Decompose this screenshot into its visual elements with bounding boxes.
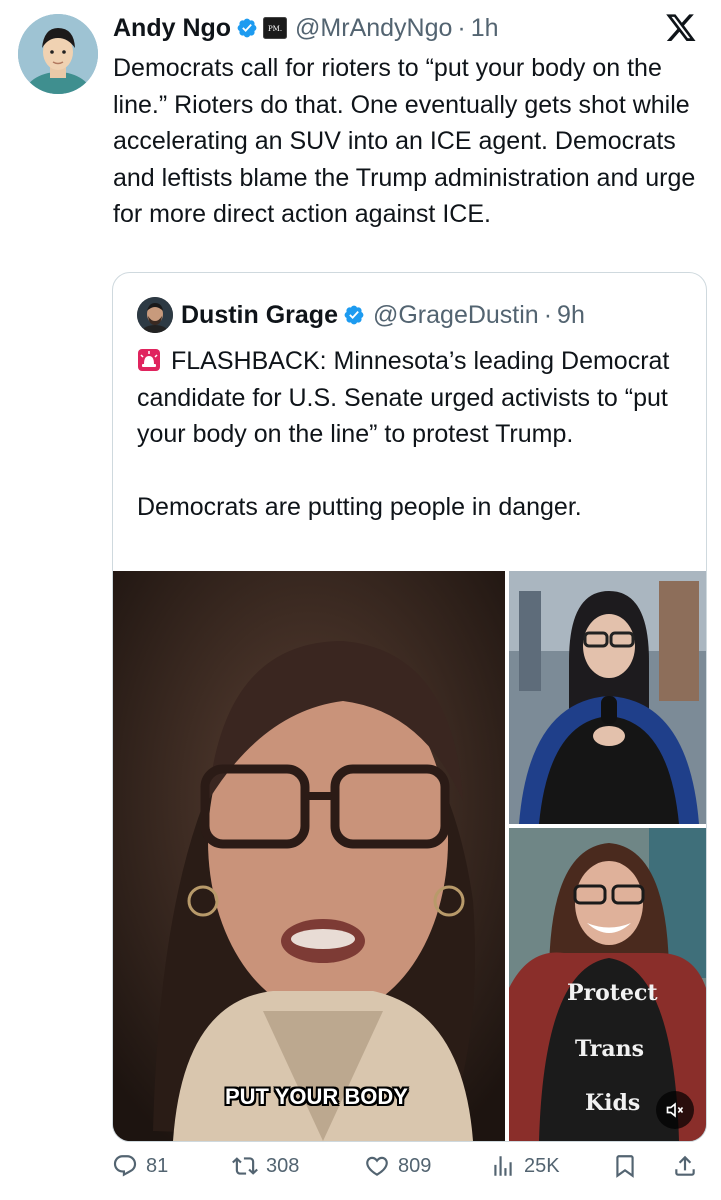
repost-icon [232,1157,258,1175]
share-button[interactable] [672,1146,706,1186]
quoted-author-handle[interactable]: @GrageDustin [373,301,539,330]
reply-count: 81 [146,1154,169,1177]
quoted-tweet-text: FLASHBACK: Minnesota’s leading Democrat … [137,343,692,525]
affiliation-badge[interactable]: PM. [263,17,288,39]
heart-icon [366,1156,388,1176]
shirt-text-trans: Trans [575,1036,644,1062]
media-image-protect-trans-kids[interactable]: Protect Trans Kids [509,828,706,1141]
affiliation-badge-text: PM. [268,25,282,33]
quoted-header-separator: · [543,300,553,329]
bookmark-button[interactable] [612,1146,646,1186]
quoted-tweet-header: Dustin Grage @GrageDustin · 9h [181,297,585,333]
tweet-text: Democrats call for rioters to “put your … [113,54,696,228]
views-icon [494,1156,512,1176]
rotating-light-icon [138,349,160,371]
quoted-author-name[interactable]: Dustin Grage [181,301,338,330]
verified-badge-icon [344,305,364,325]
quoted-timestamp[interactable]: 9h [557,301,585,330]
media-image-reporter[interactable] [509,571,706,824]
reply-icon [113,1155,137,1177]
bookmark-icon [616,1155,634,1178]
tweet-header: Andy Ngo PM. @MrAndyNgo · 1h [113,12,499,44]
quoted-author-avatar[interactable] [137,297,173,333]
author-handle[interactable]: @MrAndyNgo [295,14,452,43]
mute-button[interactable] [656,1091,694,1129]
author-avatar[interactable] [18,14,98,94]
shirt-text-kids: Kids [585,1090,641,1116]
video-caption: PUT YOUR BODY [225,1084,408,1109]
video-player[interactable]: PUT YOUR BODY [113,571,505,1141]
like-button[interactable]: 809 [364,1146,431,1186]
tweet-timestamp[interactable]: 1h [471,14,499,43]
repost-button[interactable]: 308 [232,1146,299,1186]
reply-button[interactable]: 81 [112,1146,168,1186]
author-name[interactable]: Andy Ngo [113,14,231,43]
share-icon [675,1155,695,1176]
muted-speaker-icon [666,1102,684,1118]
verified-badge-icon [237,18,257,38]
quoted-tweet[interactable]: Dustin Grage @GrageDustin · 9h FLASHBACK… [112,272,707,1142]
tweet-action-bar: 81 308 809 25K [112,1146,705,1186]
quoted-text-paragraph-2: Democrats are putting people in danger. [137,492,582,521]
repost-count: 308 [266,1154,300,1177]
x-logo-icon[interactable] [665,14,697,44]
shirt-text-protect: Protect [567,980,658,1006]
header-separator: · [457,13,466,42]
like-count: 809 [398,1154,432,1177]
views-count: 25K [524,1154,560,1177]
quoted-media-grid[interactable]: PUT YOUR BODY Protect Trans Kids [113,571,706,1141]
quoted-text-paragraph-1: FLASHBACK: Minnesota’s leading Democrat … [137,347,670,448]
views-button[interactable]: 25K [490,1146,560,1186]
